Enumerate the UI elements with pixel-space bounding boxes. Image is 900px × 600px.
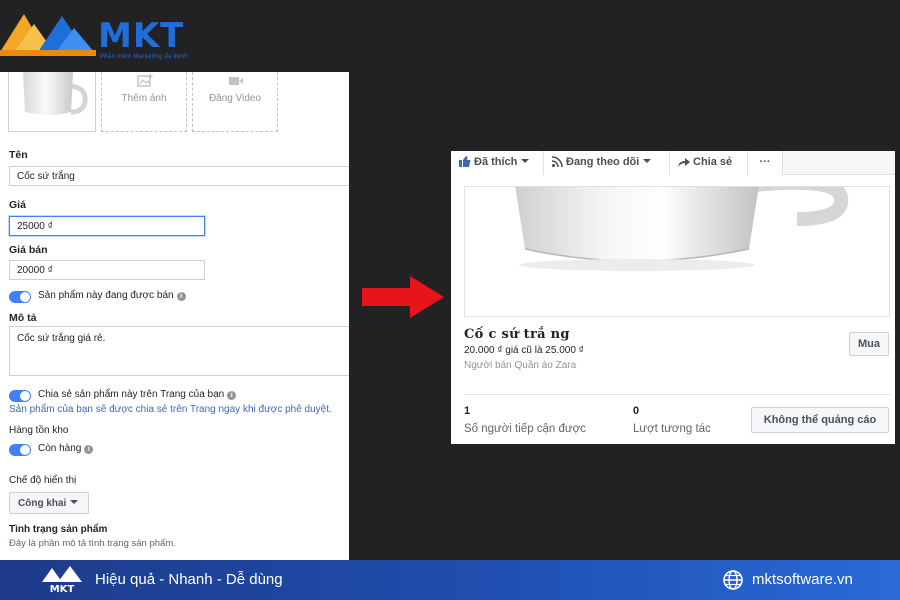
- engagement-label: Lượt tương tác: [633, 423, 711, 435]
- description-textarea[interactable]: Cốc sứ trắng giá rẻ.: [9, 326, 349, 376]
- liked-button[interactable]: Đã thích: [451, 151, 544, 175]
- product-preview-panel: Đã thích Đang theo dõi Chia sẻ ··· Cố c …: [451, 151, 895, 444]
- condition-note: Đây là phần mô tả tình trạng sản phẩm.: [9, 538, 176, 549]
- name-label: Tên: [9, 149, 28, 161]
- divider: [464, 394, 890, 395]
- footer-slogan: Hiệu quả - Nhanh - Dễ dùng: [95, 571, 283, 588]
- share-note: Sản phẩm của bạn sẽ được chia sẻ trên Tr…: [9, 404, 332, 415]
- sale-price-input[interactable]: 20000 ₫: [9, 260, 205, 280]
- svg-text:MKT: MKT: [50, 584, 75, 595]
- info-icon[interactable]: i: [176, 292, 186, 301]
- description-label: Mô tả: [9, 312, 37, 324]
- share-toggle-label: Chia sẻ sản phẩm này trên Trang của bạn i: [38, 389, 237, 400]
- footer-banner: MKT Hiệu quả - Nhanh - Dễ dùng mktsoftwa…: [0, 560, 900, 600]
- on-sale-toggle-label: Sản phẩm này đang được bán i: [38, 290, 186, 301]
- mkt-footer-logo-icon: MKT: [42, 566, 82, 595]
- info-icon[interactable]: i: [84, 445, 94, 454]
- caret-down-icon: [521, 159, 530, 163]
- add-video-label: Đăng Video: [208, 93, 262, 104]
- sale-price-label: Giá bán: [9, 244, 48, 256]
- product-image: [464, 186, 890, 317]
- product-seller: Người bán Quần áo Zara: [464, 360, 577, 371]
- info-icon[interactable]: i: [227, 391, 237, 400]
- add-video-button[interactable]: Đăng Video: [192, 72, 278, 132]
- reach-label: Số người tiếp cận được: [464, 423, 586, 435]
- in-stock-toggle[interactable]: [9, 444, 31, 456]
- price-input[interactable]: 25000 ₫: [9, 216, 205, 236]
- mkt-logo: MKT Phần mềm Marketing đa kênh: [0, 6, 200, 66]
- following-button[interactable]: Đang theo dõi: [544, 151, 670, 175]
- reach-count: 1: [464, 405, 471, 417]
- on-sale-toggle[interactable]: [9, 291, 31, 303]
- product-thumbnail[interactable]: [8, 72, 96, 132]
- in-stock-toggle-label: Còn hàng i: [38, 443, 94, 454]
- mkt-logo-mark-icon: [0, 14, 96, 56]
- share-arrow-icon: [678, 158, 690, 167]
- thumbs-up-icon: [459, 156, 471, 167]
- product-price: 20.000 ₫ giá cũ là 25.000 ₫: [464, 345, 584, 356]
- inventory-label: Hàng tồn kho: [9, 425, 69, 436]
- photo-plus-icon: [137, 74, 153, 87]
- caret-down-icon: [643, 159, 652, 163]
- logo-tagline: Phần mềm Marketing đa kênh: [100, 54, 188, 60]
- name-input[interactable]: Cốc sứ trắng: [9, 166, 349, 186]
- share-button[interactable]: Chia sẻ: [670, 151, 748, 175]
- mug-image-icon: [515, 187, 849, 271]
- price-label: Giá: [9, 199, 26, 211]
- globe-icon: [723, 570, 743, 590]
- add-photo-button[interactable]: Thêm ảnh: [101, 72, 187, 132]
- logo-text: MKT: [98, 16, 185, 56]
- video-camera-icon: [229, 77, 243, 85]
- caret-down-icon: [70, 500, 79, 504]
- footer-website-link[interactable]: mktsoftware.vn: [752, 571, 853, 588]
- visibility-label: Chế độ hiển thị: [9, 475, 77, 486]
- condition-label: Tình trạng sản phẩm: [9, 524, 108, 535]
- buy-button[interactable]: Mua: [849, 332, 889, 356]
- share-toggle[interactable]: [9, 390, 31, 402]
- product-form-panel: Thêm ảnh Đăng Video Tên Cốc sứ trắng Giá…: [0, 72, 349, 562]
- engagement-count: 0: [633, 405, 640, 417]
- add-photo-label: Thêm ảnh: [121, 93, 167, 104]
- mug-image-icon: [23, 72, 88, 115]
- page-action-bar: Đã thích Đang theo dõi Chia sẻ ···: [451, 151, 895, 175]
- rss-icon: [551, 156, 563, 168]
- red-arrow-icon: [362, 276, 444, 318]
- visibility-select[interactable]: Công khai: [9, 492, 89, 514]
- more-options-button[interactable]: ···: [748, 151, 783, 175]
- cannot-boost-button[interactable]: Không thể quảng cáo: [751, 407, 889, 433]
- more-dots-icon: ···: [759, 156, 771, 168]
- product-title[interactable]: Cố c sứ trắ ng: [464, 327, 570, 342]
